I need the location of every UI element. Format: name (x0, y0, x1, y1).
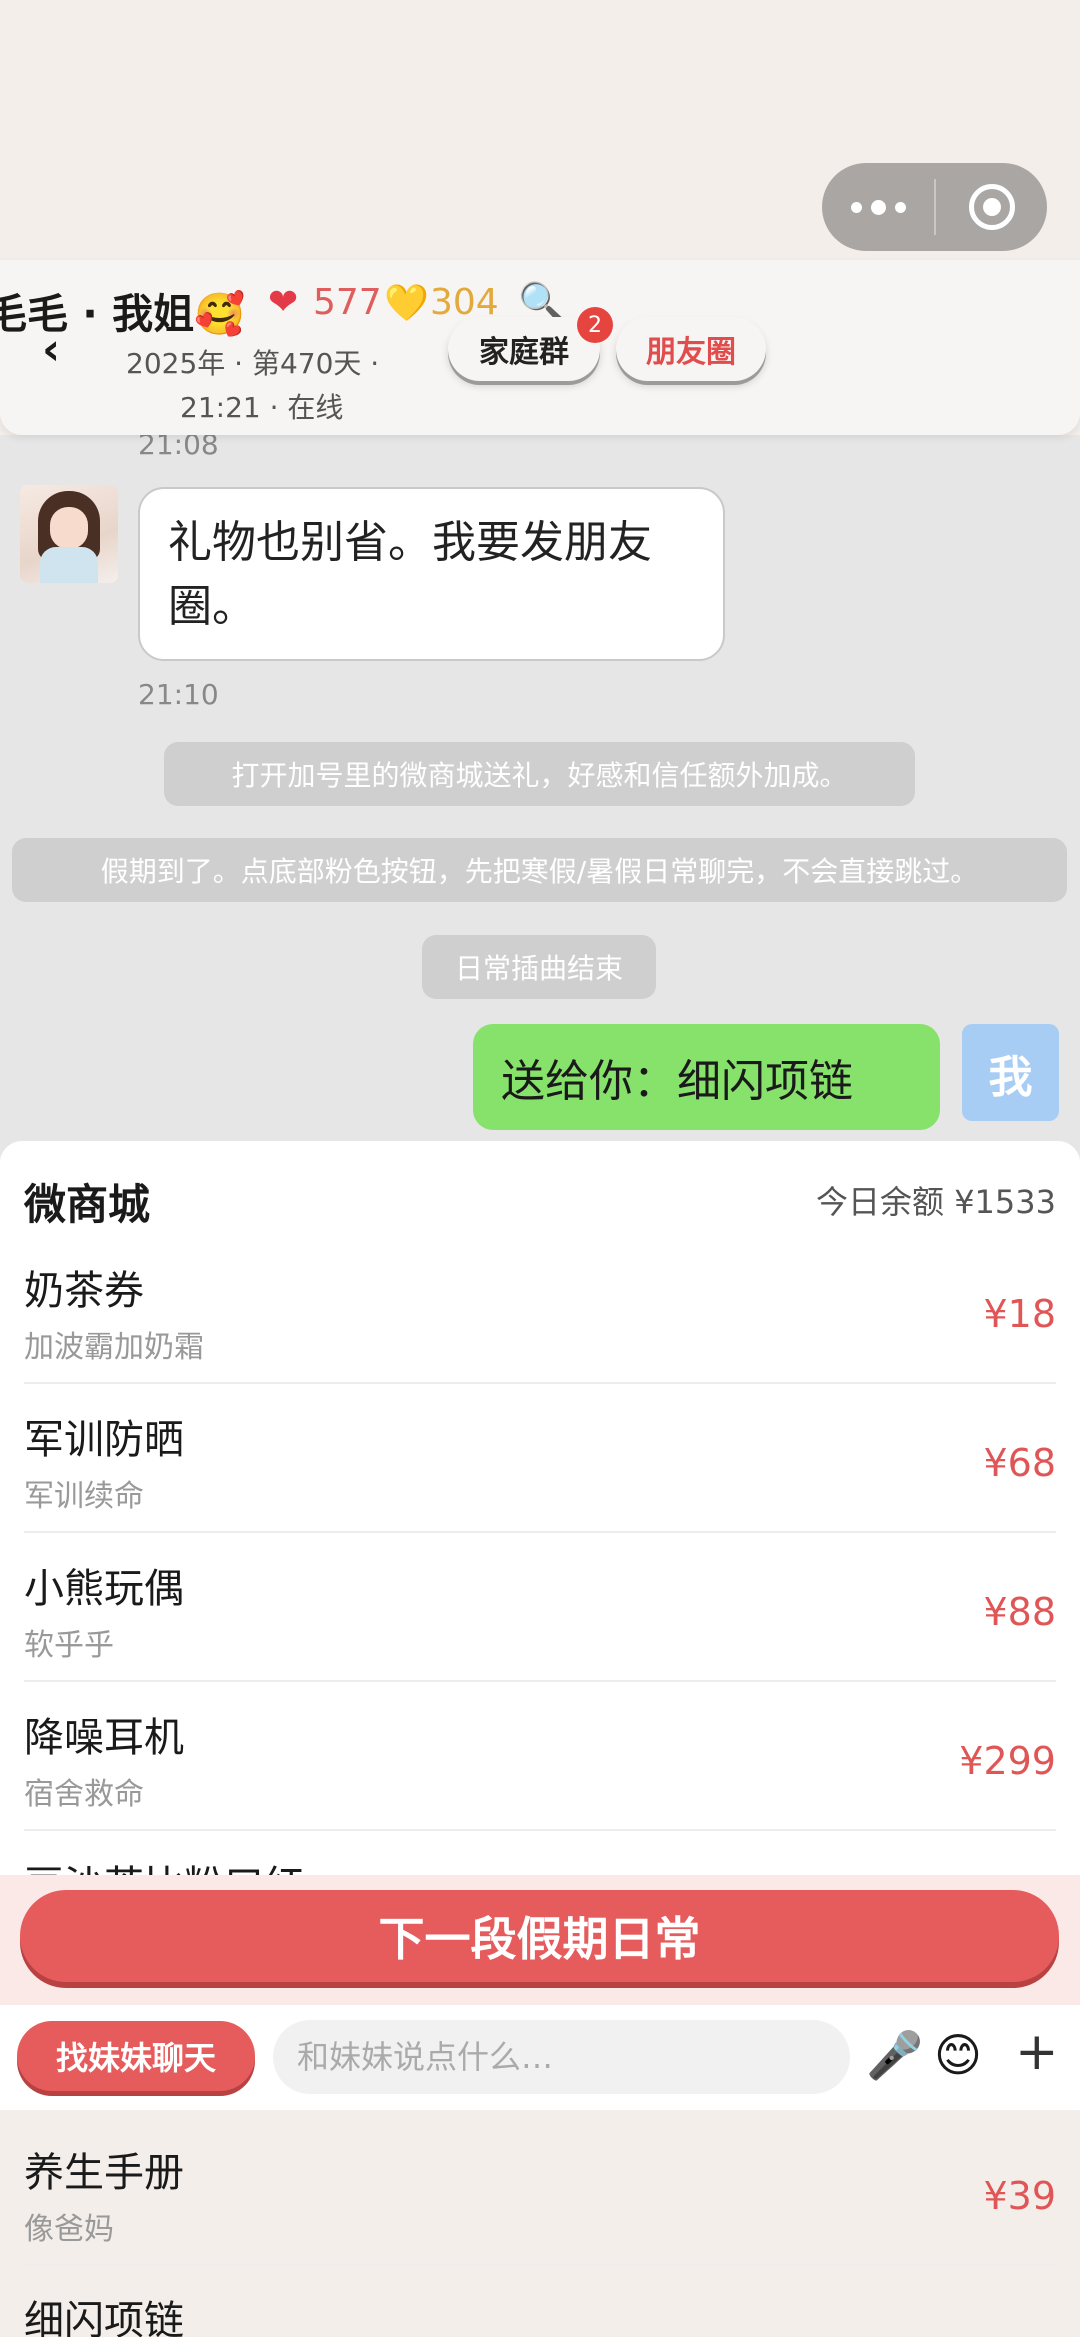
heart-icon: ❤ (268, 282, 299, 323)
shop-balance: 今日余额 ¥1533 (816, 1183, 1056, 1221)
item-name: 养生手册 (24, 2150, 184, 2196)
message-time: 21:10 (138, 678, 219, 711)
next-holiday-button[interactable]: 下一段假期日常 (20, 1890, 1059, 1982)
sister-avatar[interactable] (20, 485, 118, 583)
item-price: ¥88 (983, 1590, 1056, 1634)
item-name: 小熊玩偶 (24, 1566, 184, 1612)
item-price: ¥39 (983, 2174, 1056, 2218)
system-notice: 日常插曲结束 (422, 935, 656, 999)
shop-panel: 微商城 今日余额 ¥1533 奶茶券 加波霸加奶霜 ¥18 军训防晒 军训续命 … (0, 1141, 1080, 1876)
item-name: 军训防晒 (24, 1417, 184, 1463)
shop-item[interactable]: 军训防晒 军训续命 ¥68 (24, 1395, 1056, 1533)
item-name: 豆沙茶比粉口红 (24, 1853, 304, 1876)
contact-name: 毛毛 · 我姐🥰 (0, 290, 246, 338)
my-avatar[interactable]: 我 (962, 1024, 1059, 1121)
chat-header: 毛毛 · 我姐🥰 ❤ 577 💛 304 🔍 ‹ 2025年 · 第470天 ·… (0, 260, 1080, 435)
shop-item[interactable]: 降噪耳机 宿舍救命 ¥299 (24, 1693, 1056, 1831)
unread-badge: 2 (577, 307, 613, 343)
more-dots-icon[interactable] (822, 163, 934, 251)
shop-item[interactable]: 细闪项链 (24, 2276, 1056, 2337)
item-desc: 宿舍救命 (24, 1777, 144, 1812)
microphone-icon[interactable]: 🎤 (866, 2028, 923, 2083)
item-desc: 加波霸加奶霜 (24, 1330, 204, 1365)
affection-value: 577 (313, 282, 382, 323)
item-desc: 像爸妈 (24, 2212, 114, 2247)
message-bubble-sister: 礼物也别省。我要发朋友圈。 (138, 487, 725, 661)
item-name: 细闪项链 (24, 2298, 184, 2337)
message-input[interactable] (273, 2020, 850, 2094)
tab-moments[interactable]: 朋友圈 (616, 317, 766, 381)
system-notice: 假期到了。点底部粉色按钮，先把寒假/暑假日常聊完，不会直接跳过。 (12, 838, 1067, 902)
status-line: 21:21 · 在线 (180, 391, 344, 424)
mini-program-capsule (822, 163, 1047, 251)
target-close-icon[interactable] (936, 184, 1047, 230)
date-line: 2025年 · 第470天 · (126, 347, 380, 380)
message-bubble-me: 送给你：细闪项链 (473, 1024, 940, 1130)
emoji-icon[interactable]: 😊 (934, 2028, 982, 2082)
plus-icon[interactable]: + (1015, 2022, 1059, 2082)
item-desc: 军训续命 (24, 1479, 144, 1514)
shop-title: 微商城 (24, 1180, 151, 1229)
back-icon[interactable]: ‹ (42, 324, 60, 375)
item-desc: 软乎乎 (24, 1628, 114, 1663)
shop-item[interactable]: 养生手册 像爸妈 ¥39 (24, 2128, 1056, 2266)
shop-item[interactable]: 小熊玩偶 软乎乎 ¥88 (24, 1544, 1056, 1682)
chat-with-sister-button[interactable]: 找妹妹聊天 (17, 2021, 255, 2091)
yellow-heart-icon: 💛 (384, 283, 429, 324)
item-name: 奶茶券 (24, 1268, 144, 1314)
shop-item[interactable]: 豆沙茶比粉口红 (24, 1841, 1056, 1876)
system-notice: 打开加号里的微商城送礼，好感和信任额外加成。 (164, 742, 915, 806)
item-price: ¥18 (983, 1292, 1056, 1336)
item-name: 降噪耳机 (24, 1715, 184, 1761)
item-price: ¥299 (959, 1739, 1056, 1783)
shop-item[interactable]: 奶茶券 加波霸加奶霜 ¥18 (24, 1246, 1056, 1384)
item-price: ¥68 (983, 1441, 1056, 1485)
